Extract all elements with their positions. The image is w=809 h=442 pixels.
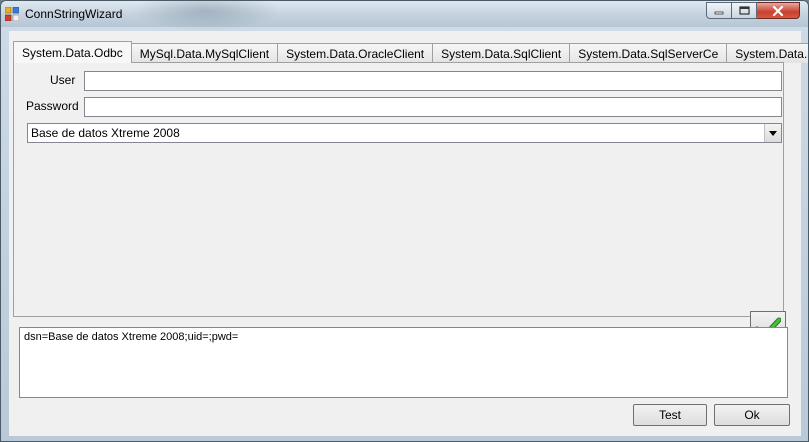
tab-system-data-oracleclient[interactable]: System.Data.OracleClient (277, 43, 434, 63)
tab-system-data-odbc[interactable]: System.Data.Odbc (13, 41, 132, 63)
dropdown-arrow[interactable] (764, 124, 781, 142)
odbc-tab-panel: User Password Base de datos Xtreme 2008 (13, 62, 786, 345)
minimize-button[interactable] (706, 2, 732, 19)
client-area: System.Data.Odbc MySql.Data.MySqlClient … (9, 31, 808, 436)
ok-button[interactable]: Ok (714, 404, 790, 426)
tab-system-data-sqlclient[interactable]: System.Data.SqlClient (432, 43, 571, 63)
application-icon (5, 7, 19, 21)
close-button[interactable] (757, 2, 800, 19)
title-bar-decoration (131, 1, 281, 31)
tab-label: System.Data.SQLite (735, 46, 808, 61)
connstring-wizard-window: ConnStringWizard System.Data.Odbc MySql.… (0, 0, 809, 442)
test-button[interactable]: Test (633, 404, 707, 426)
tab-mysql-data-mysqlclient[interactable]: MySql.Data.MySqlClient (130, 43, 279, 63)
tab-label: System.Data.Odbc (22, 45, 123, 60)
window-title: ConnStringWizard (25, 7, 123, 21)
tab-label: System.Data.SqlClient (441, 46, 562, 61)
dsn-selected-value: Base de datos Xtreme 2008 (31, 126, 180, 140)
provider-tabs: System.Data.Odbc MySql.Data.MySqlClient … (13, 41, 808, 63)
password-label: Password (26, 99, 79, 113)
chevron-down-icon (769, 130, 777, 136)
tab-label: MySql.Data.MySqlClient (139, 46, 270, 61)
connection-string-output[interactable]: dsn=Base de datos Xtreme 2008;uid=;pwd= (19, 327, 788, 398)
user-label: User (50, 73, 76, 87)
tab-label: System.Data.SqlServerCe (578, 46, 719, 61)
maximize-icon (738, 6, 750, 15)
minimize-icon (714, 11, 724, 14)
tab-label: System.Data.OracleClient (286, 46, 425, 61)
user-field[interactable] (84, 71, 782, 91)
maximize-button[interactable] (732, 2, 757, 19)
close-icon (772, 5, 784, 16)
tab-system-data-sqlite[interactable]: System.Data.SQLite (726, 43, 808, 63)
dsn-dropdown[interactable]: Base de datos Xtreme 2008 (27, 123, 782, 143)
password-field[interactable] (84, 97, 782, 117)
title-bar[interactable]: ConnStringWizard (1, 1, 808, 31)
tab-system-data-sqlserverce[interactable]: System.Data.SqlServerCe (569, 43, 728, 63)
